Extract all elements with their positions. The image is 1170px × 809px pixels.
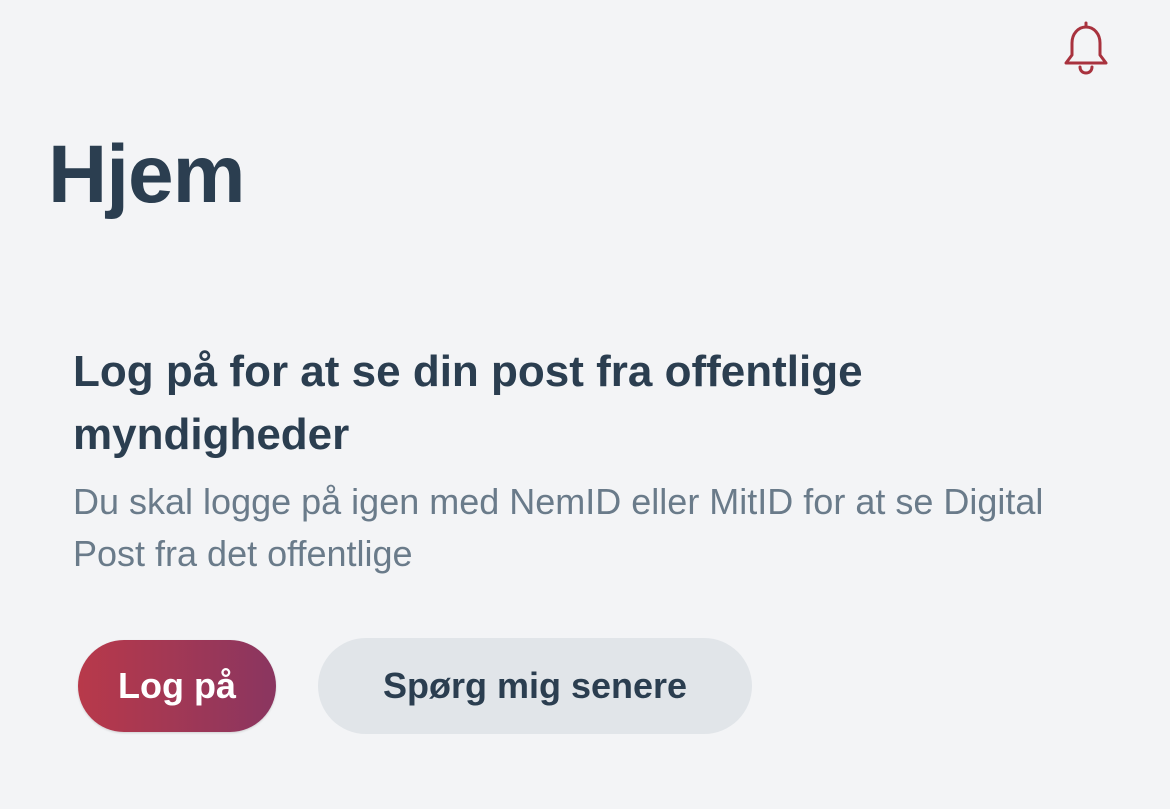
login-card: Log på for at se din post fra offentlige… (73, 340, 1113, 580)
login-card-title: Log på for at se din post fra offentlige… (73, 347, 863, 459)
login-card-description: Du skal logge på igen med NemID eller Mi… (73, 481, 1044, 574)
bell-icon (1064, 21, 1108, 75)
login-card-actions: Log på Spørg mig senere (78, 638, 752, 734)
ask-me-later-button[interactable]: Spørg mig senere (318, 638, 752, 734)
log-in-button[interactable]: Log på (78, 640, 276, 732)
notifications-button[interactable] (1058, 18, 1114, 78)
page-title: Hjem (48, 129, 246, 220)
